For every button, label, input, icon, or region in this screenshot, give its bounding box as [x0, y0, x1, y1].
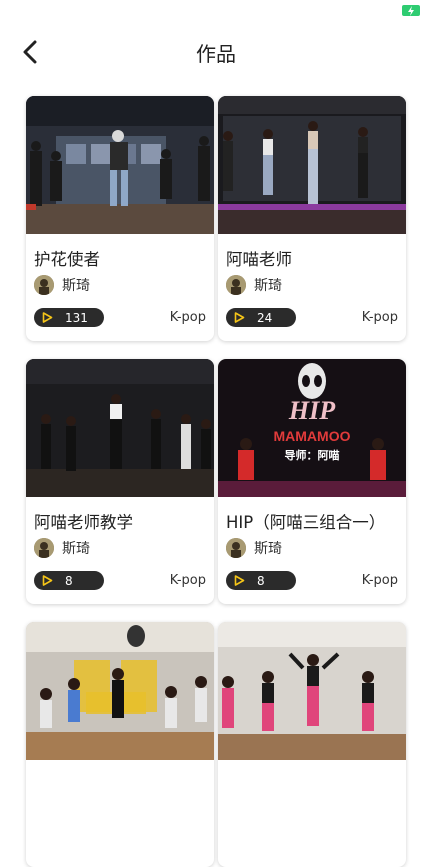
- genre-label: K-pop: [361, 310, 398, 325]
- play-count: 131: [65, 310, 88, 325]
- header: 作品: [0, 28, 432, 76]
- play-count: 8: [257, 573, 265, 588]
- hip-logo-text: HIP: [288, 396, 336, 425]
- work-title: 阿喵老师: [226, 250, 292, 269]
- work-thumbnail: [218, 96, 406, 234]
- work-card[interactable]: 阿喵老师教学 斯琦 8 K-pop: [26, 359, 214, 604]
- work-title: 护花使者: [34, 250, 100, 269]
- work-title: HIP（阿喵三组合一）: [226, 513, 386, 532]
- work-thumbnail: [26, 96, 214, 234]
- play-icon: [42, 312, 53, 323]
- work-title: 阿喵老师教学: [34, 513, 133, 532]
- author-name: 斯琦: [254, 541, 282, 557]
- play-count: 8: [65, 573, 73, 588]
- status-bar: [0, 0, 432, 24]
- play-count-badge: 8: [34, 571, 104, 590]
- work-author: 斯琦: [34, 537, 90, 559]
- play-count-badge: 24: [226, 308, 296, 327]
- avatar: [34, 538, 54, 558]
- author-name: 斯琦: [62, 541, 90, 557]
- work-card[interactable]: [218, 622, 406, 867]
- mamamoo-text: MAMAMOO: [274, 428, 351, 444]
- work-card[interactable]: 阿喵老师 斯琦 24 K-pop: [218, 96, 406, 341]
- avatar: [226, 275, 246, 295]
- work-thumbnail: [218, 622, 406, 760]
- battery-icon: [402, 5, 420, 16]
- play-icon: [234, 575, 245, 586]
- work-card[interactable]: HIP MAMAMOO 导师：阿喵 HIP（阿喵三组合一） 斯琦 8 K-pop: [218, 359, 406, 604]
- work-thumbnail: HIP MAMAMOO 导师：阿喵: [218, 359, 406, 497]
- play-count-badge: 131: [34, 308, 104, 327]
- work-thumbnail: [26, 359, 214, 497]
- genre-label: K-pop: [169, 310, 206, 325]
- teacher-text: 导师：阿喵: [285, 448, 340, 462]
- play-count-badge: 8: [226, 571, 296, 590]
- work-card[interactable]: [26, 622, 214, 867]
- play-icon: [42, 575, 53, 586]
- page-title: 作品: [196, 42, 236, 66]
- author-name: 斯琦: [254, 278, 282, 294]
- work-author: 斯琦: [226, 274, 282, 296]
- work-author: 斯琦: [226, 537, 282, 559]
- work-thumbnail: [26, 622, 214, 760]
- avatar: [34, 275, 54, 295]
- work-author: 斯琦: [34, 274, 90, 296]
- avatar: [226, 538, 246, 558]
- author-name: 斯琦: [62, 278, 90, 294]
- play-count: 24: [257, 310, 273, 325]
- genre-label: K-pop: [169, 573, 206, 588]
- play-icon: [234, 312, 245, 323]
- work-card[interactable]: 护花使者 斯琦 131 K-pop: [26, 96, 214, 341]
- genre-label: K-pop: [361, 573, 398, 588]
